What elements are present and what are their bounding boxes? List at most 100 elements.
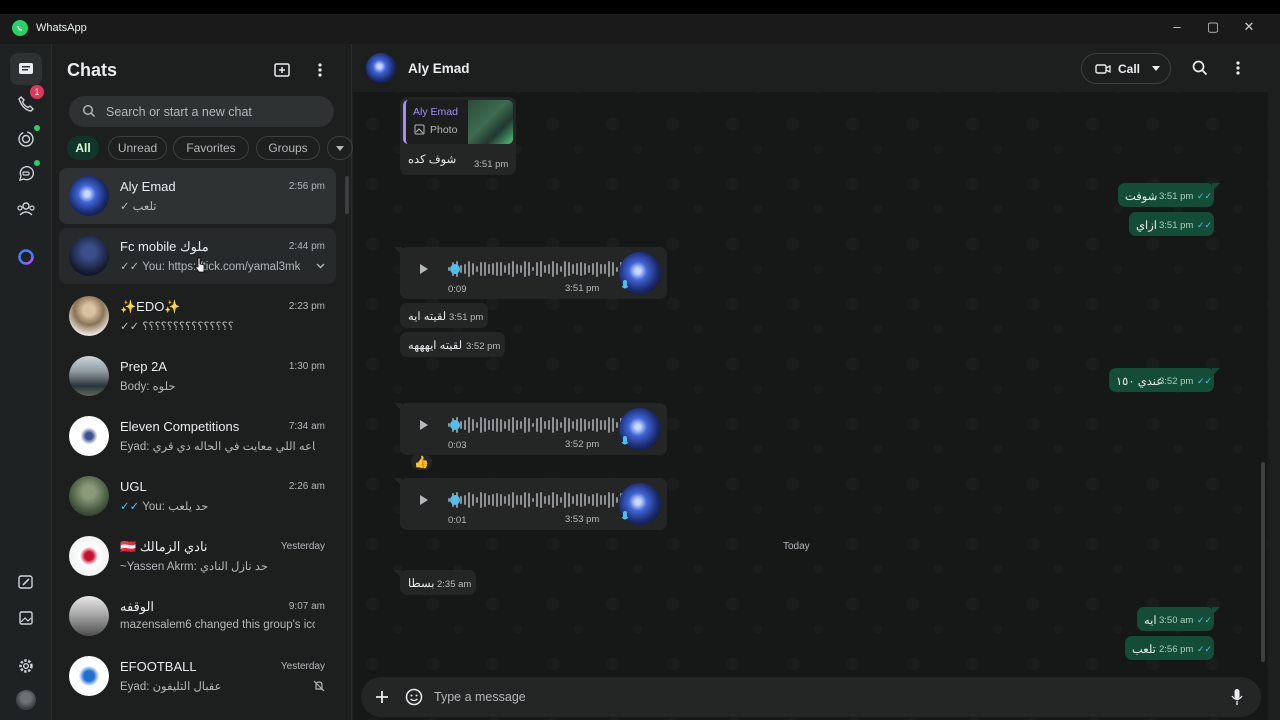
outgoing-message-bubble[interactable]: تلعب 2:56 pm ✓✓ <box>1125 636 1214 660</box>
waveform-bar <box>464 264 466 274</box>
meta-ai-nav-button[interactable] <box>10 241 42 273</box>
filter-more-button[interactable] <box>327 136 353 160</box>
waveform-bar <box>584 493 586 507</box>
chat-item-prep-2a[interactable]: Prep 2A 1:30 pm Body: حلوه <box>59 348 336 404</box>
waveform-bar <box>548 494 550 506</box>
waveform-bar <box>544 496 546 504</box>
waveform[interactable] <box>448 416 630 434</box>
outgoing-message-bubble[interactable]: شوفت 3:51 pm ✓✓ <box>1118 183 1220 207</box>
incoming-message-bubble[interactable]: Aly Emad Photo شوف كده 3:51 pm <box>400 97 516 175</box>
chat-item-edo[interactable]: ✨EDO✨ 2:23 pm ✓✓ ؟؟؟؟؟؟؟؟؟؟؟؟؟؟؟ <box>59 288 336 344</box>
playback-slider-knob[interactable] <box>450 420 460 430</box>
call-button[interactable]: Call <box>1081 53 1171 84</box>
attach-button[interactable] <box>372 687 392 707</box>
avatar <box>69 356 109 396</box>
filter-all[interactable]: All <box>67 136 99 160</box>
waveform-bar <box>580 418 582 432</box>
chat-options-chevron-icon[interactable] <box>316 260 325 272</box>
close-button[interactable]: ✕ <box>1240 18 1258 36</box>
emoji-button[interactable] <box>404 687 424 707</box>
waveform-bar <box>524 492 526 508</box>
minimize-button[interactable]: – <box>1168 18 1186 36</box>
avatar <box>69 536 109 576</box>
chats-nav-button[interactable] <box>10 53 42 85</box>
search-chat-button[interactable] <box>1190 58 1210 78</box>
preview-text: You: حد يلعب <box>142 501 209 513</box>
waveform-bar <box>604 264 606 274</box>
bubble-tail <box>394 247 402 255</box>
playback-slider-knob[interactable] <box>450 264 460 274</box>
status-icon <box>18 131 34 147</box>
message-time: 3:53 pm <box>565 514 600 525</box>
filter-groups[interactable]: Groups <box>256 136 320 160</box>
settings-nav-button[interactable] <box>10 650 42 682</box>
status-dot <box>34 125 40 131</box>
playback-slider-knob[interactable] <box>450 495 460 505</box>
preview-text: You: https://tick.com/yamal3mk <box>142 261 301 273</box>
voice-record-button[interactable] <box>1227 687 1247 707</box>
outgoing-message-bubble[interactable]: ايه 3:50 am ✓✓ <box>1137 607 1220 631</box>
chat-item-alwaqfa[interactable]: الوقفه 9:07 am mazensalem6 changed this … <box>59 588 336 644</box>
outgoing-message-bubble[interactable]: عندي ١٥٠ 3:52 pm ✓✓ <box>1109 368 1220 392</box>
waveform-bar <box>572 264 574 274</box>
quoted-photo-reply[interactable]: Aly Emad Photo <box>403 100 513 144</box>
waveform-bar <box>600 263 602 275</box>
chat-item-fc-mobile[interactable]: Fc mobile ملوك 2:44 pm ✓✓ You: https://ti… <box>59 228 336 284</box>
waveform-bar <box>496 418 498 432</box>
chat-time: 1:30 pm <box>288 361 325 372</box>
chat-menu-button[interactable] <box>1228 58 1248 78</box>
waveform-bar <box>560 496 562 504</box>
voice-message-bubble[interactable]: 0:09 3:51 pm <box>394 247 667 299</box>
video-camera-icon <box>1095 63 1111 74</box>
voice-message-bubble[interactable]: 0:01 3:53 pm <box>394 478 667 530</box>
waveform-bar <box>584 418 586 432</box>
profile-nav-button[interactable] <box>10 684 42 716</box>
waveform-bar <box>480 261 482 277</box>
chat-list: Aly Emad 2:56 pm ✓ تلعب Fc mobile ملوك 2:… <box>59 168 339 720</box>
waveform-bar <box>576 418 578 432</box>
avatar <box>69 296 109 336</box>
chat-item-ugl[interactable]: UGL 2:26 am ✓✓ You: حد يلعب <box>59 468 336 524</box>
waveform-bar <box>460 496 462 504</box>
delivered-tick-icon: ✓✓ <box>120 261 140 273</box>
incoming-message-bubble[interactable]: لقيته ايهههه 3:52 pm <box>400 332 505 357</box>
avatar <box>69 656 109 696</box>
communities-nav-button[interactable] <box>10 193 42 225</box>
search-input[interactable] <box>106 96 326 127</box>
sidebar-menu-button[interactable] <box>308 58 332 82</box>
contact-name[interactable]: Aly Emad <box>408 61 470 76</box>
filter-favorites[interactable]: Favorites <box>173 136 249 160</box>
waveform-bar <box>460 264 462 274</box>
conversation-panel: Aly Emad Call Aly Emad Photo شوف كده 3:5… <box>353 44 1268 720</box>
reaction-emoji[interactable]: 👍 <box>411 454 432 470</box>
incoming-message-bubble[interactable]: بسطا 2:35 am <box>394 570 476 595</box>
contact-avatar[interactable] <box>366 53 396 83</box>
waveform-bar <box>612 417 614 433</box>
edit-nav-button[interactable] <box>10 566 42 598</box>
play-icon[interactable] <box>420 495 428 505</box>
waveform-bar <box>588 421 590 429</box>
read-tick-icon: ✓✓ <box>1197 220 1213 230</box>
message-input[interactable] <box>434 677 1194 717</box>
chat-item-efootball[interactable]: EFOOTBALL Yesterday Eyad: عقبال التليفون <box>59 648 336 704</box>
chat-item-eleven-competitions[interactable]: Eleven Competitions 7:34 am Eyad: جماعه … <box>59 408 336 464</box>
chat-item-aly-emad[interactable]: Aly Emad 2:56 pm ✓ تلعب <box>59 168 336 224</box>
filter-unread[interactable]: Unread <box>108 136 167 160</box>
message-text: ايه <box>1144 615 1157 627</box>
maximize-button[interactable]: ▢ <box>1204 18 1222 36</box>
play-icon[interactable] <box>420 264 428 274</box>
conversation-scrollbar[interactable] <box>1261 462 1265 662</box>
waveform[interactable] <box>448 491 630 509</box>
play-icon[interactable] <box>420 420 428 430</box>
voice-message-bubble[interactable]: 0:03 3:52 pm <box>394 403 667 455</box>
waveform-bar <box>540 260 542 278</box>
chat-header[interactable]: Aly Emad Call <box>353 44 1268 92</box>
outgoing-message-bubble[interactable]: ازاي 3:51 pm ✓✓ <box>1129 212 1214 236</box>
message-text: ازاي <box>1136 220 1157 232</box>
media-nav-button[interactable] <box>10 602 42 634</box>
sidebar-scrollbar[interactable] <box>345 176 349 214</box>
new-chat-button[interactable] <box>270 58 294 82</box>
incoming-message-bubble[interactable]: لقيته ايه 3:51 pm <box>400 303 488 328</box>
chat-item-zamalek[interactable]: 🇦🇹 نادي الزمالك Yesterday ~Yassen Akrm: … <box>59 528 336 584</box>
waveform[interactable] <box>448 260 630 278</box>
